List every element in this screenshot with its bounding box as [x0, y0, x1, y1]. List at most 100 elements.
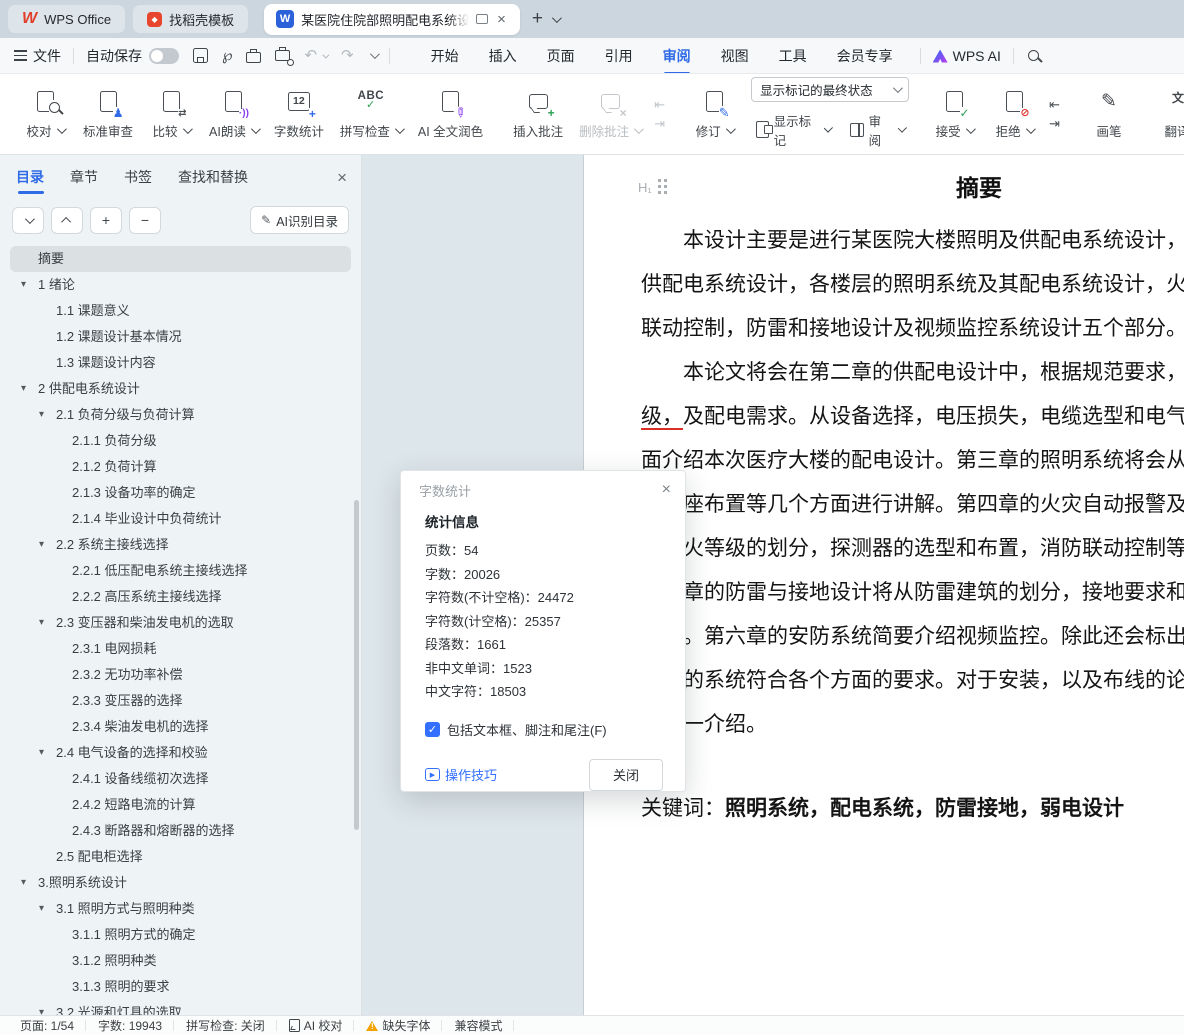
sidebar-close-icon[interactable]: ×: [337, 168, 347, 196]
compare-button[interactable]: ⇄ 比较: [142, 84, 200, 144]
menu-tab[interactable]: 引用: [590, 39, 648, 73]
reject-change-button[interactable]: ⊘ 拒绝: [985, 84, 1043, 144]
status-bar-item[interactable]: 缺失字体: [354, 1017, 442, 1034]
sidebar-tab[interactable]: 目录: [16, 167, 44, 196]
show-markup-icon: [756, 121, 769, 138]
tips-link[interactable]: ▶ 操作技巧: [425, 765, 497, 784]
menu-tab[interactable]: 插入: [474, 39, 532, 73]
quickbar-more-chevron-icon[interactable]: [370, 49, 380, 59]
ai-recognize-toc-button[interactable]: ✎ AI识别目录: [250, 206, 349, 234]
expand-all-button[interactable]: [12, 207, 44, 234]
toc-item[interactable]: 2.2.1 低压配电系统主接线选择: [10, 558, 351, 584]
dialog-close-icon[interactable]: ×: [662, 481, 671, 499]
toc-item[interactable]: 2.4 电气设备的选择和校验: [10, 740, 351, 766]
previous-change-icon[interactable]: ⇤: [1049, 98, 1060, 111]
redo-icon[interactable]: ↷: [341, 48, 354, 63]
status-bar-item[interactable]: 页面: 1/54: [8, 1017, 86, 1034]
toc-item[interactable]: 3.2 光源和灯具的选取: [10, 1000, 351, 1015]
toc-item[interactable]: 2 供配电系统设计: [10, 376, 351, 402]
toc-item[interactable]: 3.1.1 照明方式的确定: [10, 922, 351, 948]
menu-tab[interactable]: 页面: [532, 39, 590, 73]
file-menu[interactable]: 文件: [33, 46, 61, 66]
toc-item[interactable]: 2.4.3 断路器和熔断器的选择: [10, 818, 351, 844]
ink-brush-button[interactable]: ✎ 画笔: [1080, 84, 1138, 144]
markup-state-dropdown[interactable]: 显示标记的最终状态: [751, 77, 909, 102]
menu-tab[interactable]: 视图: [706, 39, 764, 73]
toc-item[interactable]: 2.3 变压器和柴油发电机的选取: [10, 610, 351, 636]
word-count-button[interactable]: 12+ 字数统计: [267, 84, 331, 144]
sidebar-tab[interactable]: 查找和替换: [178, 167, 248, 196]
window-tab-bar: W WPS Office ◆ 找稻壳模板 W 某医院住院部照明配电系统设 × +: [0, 0, 1184, 38]
dialog-close-button[interactable]: 关闭: [589, 759, 663, 791]
menu-tab[interactable]: 工具: [764, 39, 822, 73]
tab-wps-office[interactable]: W WPS Office: [8, 5, 125, 33]
new-tab-button[interactable]: +: [532, 8, 543, 30]
show-markup-button[interactable]: 显示标记: [751, 108, 835, 152]
status-bar-item[interactable]: 兼容模式: [442, 1017, 514, 1034]
toc-item[interactable]: 1.1 课题意义: [10, 298, 351, 324]
collapse-level-button[interactable]: −: [129, 207, 161, 234]
toc-item[interactable]: 1 绪论: [10, 272, 351, 298]
include-textbox-checkbox[interactable]: ✓: [425, 722, 440, 737]
toc-item[interactable]: 2.3.2 无功功率补偿: [10, 662, 351, 688]
export-icon[interactable]: ℘: [222, 48, 232, 63]
toc-item[interactable]: 1.3 课题设计内容: [10, 350, 351, 376]
status-bar-item[interactable]: 拼写检查: 关闭: [174, 1017, 277, 1034]
float-window-icon[interactable]: [476, 14, 488, 24]
sidebar-tab[interactable]: 章节: [70, 167, 98, 196]
insert-comment-button[interactable]: + 插入批注: [506, 84, 570, 144]
toc-item[interactable]: 2.1.4 毕业设计中负荷统计: [10, 506, 351, 532]
toc-item[interactable]: 2.2.2 高压系统主接线选择: [10, 584, 351, 610]
toc-item[interactable]: 2.3.1 电网损耗: [10, 636, 351, 662]
proofread-button[interactable]: 校对: [16, 84, 74, 144]
doc-line: 联动控制，防雷和接地设计及视频监控系统设计五个部分。: [641, 307, 1184, 351]
toc-item[interactable]: 2.3.4 柴油发电机的选择: [10, 714, 351, 740]
toc-item[interactable]: 3.照明系统设计: [10, 870, 351, 896]
toc-item[interactable]: 2.1.1 负荷分级: [10, 428, 351, 454]
toc-item[interactable]: 2.5 配电柜选择: [10, 844, 351, 870]
close-tab-icon[interactable]: ×: [495, 12, 508, 27]
print-icon[interactable]: [246, 52, 261, 63]
track-changes-button[interactable]: ✎ 修订: [685, 84, 743, 144]
sidebar-scrollbar[interactable]: [354, 500, 359, 830]
toc-item[interactable]: 2.1.2 负荷计算: [10, 454, 351, 480]
autosave-toggle[interactable]: [149, 48, 179, 64]
ai-read-button[interactable]: ·)) AI朗读: [202, 84, 265, 144]
expand-level-button[interactable]: +: [90, 207, 122, 234]
print-preview-icon[interactable]: [275, 47, 290, 64]
toc-item[interactable]: 2.3.3 变压器的选择: [10, 688, 351, 714]
toc-item[interactable]: 2.4.2 短路电流的计算: [10, 792, 351, 818]
toc-item[interactable]: 2.2 系统主接线选择: [10, 532, 351, 558]
save-icon[interactable]: [193, 48, 208, 63]
collapse-all-button[interactable]: [51, 207, 83, 234]
next-change-icon[interactable]: ⇥: [1049, 117, 1060, 130]
toc-item[interactable]: 3.1.2 照明种类: [10, 948, 351, 974]
menu-tab[interactable]: 会员专享: [822, 39, 908, 73]
search-icon[interactable]: [1028, 50, 1039, 61]
drag-handle-icon[interactable]: [658, 179, 668, 195]
wps-ai-menu[interactable]: WPS AI: [933, 48, 1001, 64]
wps-logo-icon: W: [22, 10, 37, 28]
toc-item[interactable]: 2.4.1 设备线缆初次选择: [10, 766, 351, 792]
undo-icon[interactable]: ↶: [304, 48, 327, 63]
menu-tab[interactable]: 审阅: [648, 39, 706, 73]
toc-item[interactable]: 2.1.3 设备功率的确定: [10, 480, 351, 506]
toc-item[interactable]: 1.2 课题设计基本情况: [10, 324, 351, 350]
tab-template-store[interactable]: ◆ 找稻壳模板: [133, 5, 248, 33]
review-pane-button[interactable]: 审阅: [845, 108, 909, 152]
toc-item[interactable]: 摘要: [10, 246, 351, 272]
status-bar-item[interactable]: AI 校对: [277, 1017, 355, 1034]
sidebar-tab[interactable]: 书签: [124, 167, 152, 196]
toc-item[interactable]: 3.1.3 照明的要求: [10, 974, 351, 1000]
toc-item[interactable]: 3.1 照明方式与照明种类: [10, 896, 351, 922]
standard-review-button[interactable]: ♟ 标准审查: [76, 84, 140, 144]
spell-check-button[interactable]: ABC✓ 拼写检查: [333, 84, 409, 144]
toc-item[interactable]: 2.1 负荷分级与负荷计算: [10, 402, 351, 428]
accept-change-button[interactable]: ✓ 接受: [925, 84, 983, 144]
menu-tab[interactable]: 开始: [416, 39, 474, 73]
tab-list-chevron-icon[interactable]: [552, 13, 562, 23]
translate-button[interactable]: 文A⇄ 翻译: [1154, 84, 1184, 144]
status-bar-item[interactable]: 字数: 19943: [86, 1017, 174, 1034]
tab-document-active[interactable]: W 某医院住院部照明配电系统设 ×: [264, 4, 520, 35]
ai-polish-button[interactable]: ✎ AI 全文润色: [411, 84, 490, 144]
